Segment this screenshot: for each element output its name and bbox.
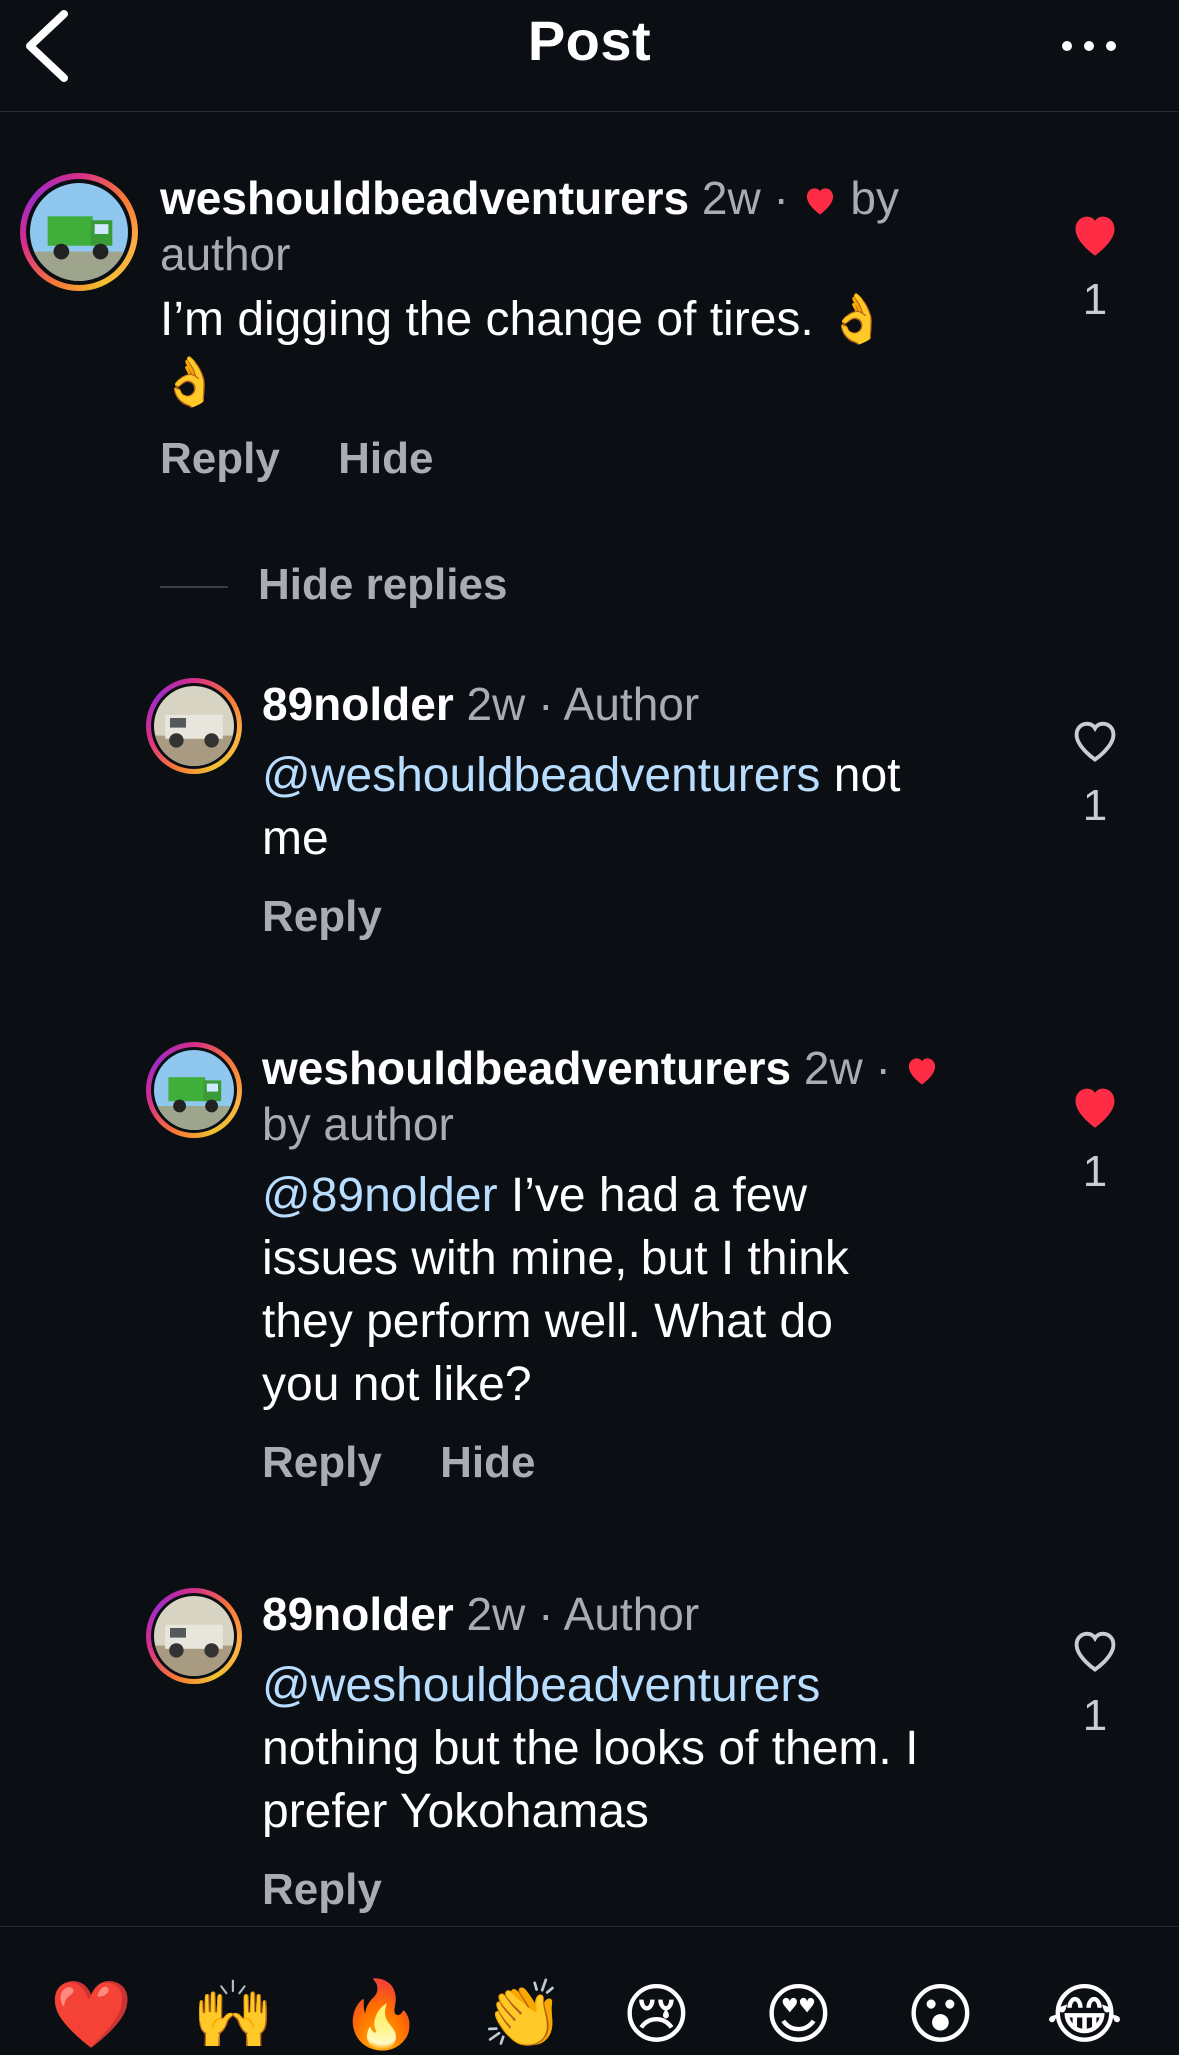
- mention-link[interactable]: @weshouldbeadventurers: [262, 1659, 820, 1712]
- reply-text-line2: me: [262, 812, 329, 865]
- hide-replies-button[interactable]: Hide replies: [160, 560, 507, 610]
- truck-avatar-image: [154, 1050, 234, 1130]
- like-control-main: 1: [1050, 210, 1140, 325]
- hide-button[interactable]: Hide: [338, 434, 433, 483]
- heart-eyes-emoji-button[interactable]: 😍: [764, 1975, 833, 2055]
- like-control-reply-1: 1: [1050, 716, 1140, 831]
- reply-button[interactable]: Reply: [160, 434, 280, 483]
- surprised-emoji-button[interactable]: 😮: [906, 1975, 975, 2055]
- reply-text-line2: issues with mine, but I think: [262, 1232, 849, 1285]
- reply-username[interactable]: 89nolder: [262, 678, 454, 730]
- mention-link[interactable]: @weshouldbeadventurers: [262, 749, 820, 802]
- reply-3: 89nolder 2w · Author @weshouldbeadventur…: [262, 1586, 1042, 1915]
- reply-button[interactable]: Reply: [262, 1438, 382, 1487]
- emoji-reaction-bar: ❤️ 🙌 🔥 👏 😢 😍 😮 😂: [0, 1926, 1179, 2053]
- avatar-weshouldbeadventurers-reply[interactable]: [146, 1042, 242, 1138]
- author-badge: · Author: [538, 678, 700, 730]
- reply-button[interactable]: Reply: [262, 892, 382, 941]
- jeep-avatar-image: [154, 686, 234, 766]
- heart-emoji-button[interactable]: ❤️: [50, 1975, 132, 2055]
- reply-text-line4: you not like?: [262, 1358, 532, 1411]
- page-title: Post: [527, 9, 652, 72]
- jeep-avatar-image: [154, 1596, 234, 1676]
- reply-1: 89nolder 2w · Author @weshouldbeadventur…: [262, 676, 1022, 942]
- reply-username[interactable]: weshouldbeadventurers: [262, 1042, 791, 1094]
- reply-time: 2w: [466, 1588, 526, 1640]
- reply-text-line2: prefer Yokohamas: [262, 1785, 649, 1838]
- reply-time: 2w: [803, 1042, 863, 1094]
- comment-text: I’m digging the change of tires.: [160, 293, 814, 346]
- like-control-reply-2: 1: [1050, 1082, 1140, 1197]
- reply-text: I’ve had a few: [510, 1169, 808, 1222]
- liked-by-author-label: by author: [262, 1098, 454, 1150]
- reply-text-line3: they perform well. What do: [262, 1295, 833, 1348]
- heart-filled-icon[interactable]: [1069, 1082, 1121, 1130]
- like-control-reply-3: 1: [1050, 1626, 1140, 1741]
- more-options-icon[interactable]: [1059, 38, 1119, 54]
- crying-emoji-button[interactable]: 😢: [622, 1975, 691, 2055]
- truck-avatar-image: [30, 183, 128, 281]
- reply-time: 2w: [466, 678, 526, 730]
- reply-2: weshouldbeadventurers 2w · by author @89…: [262, 1040, 1022, 1488]
- avatar-89nolder[interactable]: [146, 678, 242, 774]
- like-count: 1: [1082, 1691, 1108, 1740]
- liked-by-author-label: author: [160, 228, 291, 280]
- reply-text: not: [833, 749, 901, 802]
- comment-main: weshouldbeadventurers 2w · by author I’m…: [160, 170, 1010, 484]
- comment-time: 2w: [701, 172, 761, 224]
- avatar-89nolder[interactable]: [146, 1588, 242, 1684]
- laughing-emoji-button[interactable]: 😂: [1046, 1975, 1123, 2055]
- reply-button[interactable]: Reply: [262, 1865, 382, 1914]
- raised-hands-emoji-button[interactable]: 🙌: [192, 1975, 274, 2055]
- mention-link[interactable]: @89nolder: [262, 1169, 498, 1222]
- avatar-weshouldbeadventurers[interactable]: [20, 173, 138, 291]
- author-liked-heart-icon: [806, 188, 833, 215]
- like-count: 1: [1082, 781, 1108, 830]
- hide-replies-label: Hide replies: [258, 560, 508, 609]
- like-count: 1: [1082, 275, 1108, 324]
- ok-hand-emoji-2: 👌: [160, 354, 220, 410]
- heart-outline-icon[interactable]: [1069, 1626, 1121, 1674]
- reply-username[interactable]: 89nolder: [262, 1588, 454, 1640]
- separator-dot: ·: [773, 172, 789, 224]
- separator-dot: ·: [875, 1042, 891, 1094]
- fire-emoji-button[interactable]: 🔥: [340, 1975, 422, 2055]
- ok-hand-emoji: 👌: [827, 291, 887, 347]
- heart-outline-icon[interactable]: [1069, 716, 1121, 764]
- author-liked-heart-icon: [908, 1058, 935, 1085]
- clapping-emoji-button[interactable]: 👏: [482, 1975, 564, 2055]
- reply-text: nothing but the looks of them. I: [262, 1722, 919, 1775]
- liked-by-label: by: [850, 172, 899, 224]
- heart-filled-icon[interactable]: [1069, 210, 1121, 258]
- header-bar: Post: [0, 0, 1179, 112]
- like-count: 1: [1082, 1147, 1108, 1196]
- comment-username[interactable]: weshouldbeadventurers: [160, 172, 689, 224]
- divider-line: [160, 586, 228, 589]
- author-badge: · Author: [538, 1588, 700, 1640]
- hide-button[interactable]: Hide: [440, 1438, 535, 1487]
